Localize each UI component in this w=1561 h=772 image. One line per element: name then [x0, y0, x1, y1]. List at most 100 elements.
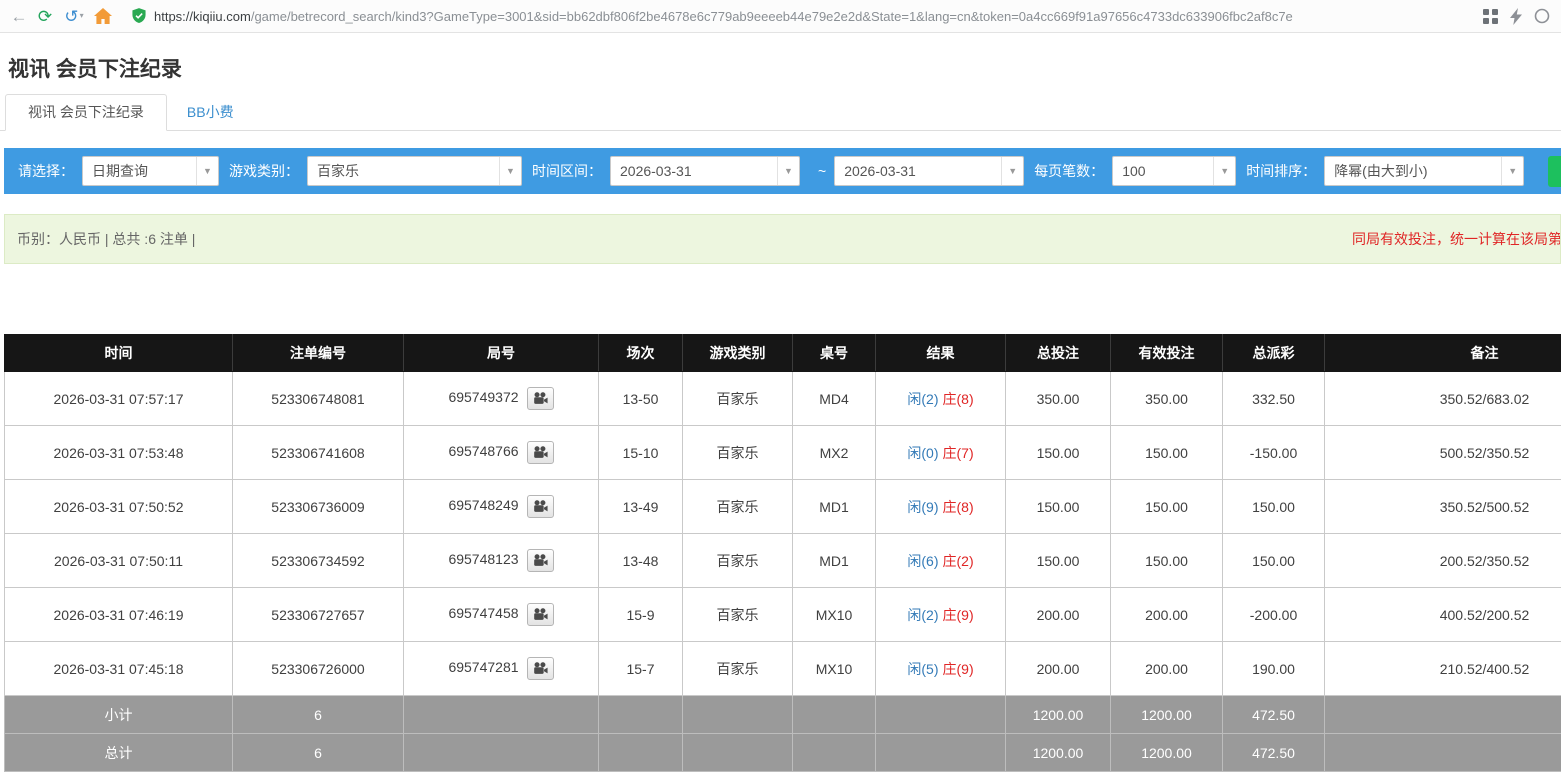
query-type-select[interactable]: 日期查询 ▼ — [82, 156, 219, 186]
tab-bb-tip[interactable]: BB小费 — [167, 95, 254, 130]
cell-payout: 332.50 — [1223, 372, 1325, 426]
clipped-toolbar-icon[interactable] — [1529, 3, 1555, 29]
summary-label: 小计 — [5, 696, 233, 734]
cell-total-bet[interactable]: 150.00 — [1006, 480, 1111, 534]
cell-payout: -150.00 — [1223, 426, 1325, 480]
page-size-select[interactable]: 100 ▼ — [1112, 156, 1236, 186]
column-header-bet-id: 注单编号 — [233, 335, 404, 372]
video-replay-button[interactable] — [527, 495, 554, 518]
records-tbody: 2026-03-31 07:57:17523306748081695749372… — [5, 372, 1561, 772]
player-result: 闲(2) — [907, 391, 938, 407]
player-result: 闲(0) — [907, 445, 938, 461]
cell-remark: 210.52/400.52 — [1325, 642, 1561, 696]
search-button[interactable]: 查询 — [1548, 156, 1561, 187]
column-header-time: 时间 — [5, 335, 233, 372]
summary-payout: 472.50 — [1223, 696, 1325, 734]
tab-bar: 视讯 会员下注纪录 BB小费 — [0, 94, 1561, 131]
cell-table-no: MX10 — [793, 588, 876, 642]
cell-time: 2026-03-31 07:50:11 — [5, 534, 233, 588]
round-id-text: 695749372 — [448, 389, 518, 405]
video-replay-button[interactable] — [527, 603, 554, 626]
video-replay-button[interactable] — [527, 441, 554, 464]
date-from-select[interactable]: 2026-03-31 ▼ — [610, 156, 800, 186]
back-icon[interactable]: ← — [6, 3, 32, 29]
cell-session: 15-9 — [599, 588, 683, 642]
summary-count: 6 — [233, 734, 404, 772]
cell-result: 闲(9)庄(8) — [876, 480, 1006, 534]
cell-result: 闲(0) 庄(7) — [876, 426, 1006, 480]
summary-valid-bet: 1200.00 — [1111, 734, 1223, 772]
address-bar[interactable]: https://kiqiiu.com/game/betrecord_search… — [126, 3, 1467, 29]
column-header-total-bet: 总投注 — [1006, 335, 1111, 372]
summary-bar: 币别：人民币 | 总共 :6 注单 | 同局有效投注，统一计算在该局第 — [4, 214, 1561, 264]
cell-result: 闲(6) 庄(2) — [876, 534, 1006, 588]
summary-count: 6 — [233, 696, 404, 734]
cell-total-bet[interactable]: 350.00 — [1006, 372, 1111, 426]
cell-game-type: 百家乐 — [683, 480, 793, 534]
chevron-down-icon: ▼ — [777, 157, 799, 185]
cell-total-bet[interactable]: 200.00 — [1006, 642, 1111, 696]
cell-session: 13-50 — [599, 372, 683, 426]
player-result: 闲(2) — [907, 607, 938, 623]
player-result: 闲(6) — [907, 553, 938, 569]
cell-remark: 500.52/350.52 — [1325, 426, 1561, 480]
cell-total-bet[interactable]: 150.00 — [1006, 426, 1111, 480]
query-type-label: 请选择： — [18, 161, 74, 181]
column-header-game-type: 游戏类别 — [683, 335, 793, 372]
chevron-down-icon: ▾ — [80, 12, 84, 20]
cell-table-no: MD1 — [793, 534, 876, 588]
tab-bet-records[interactable]: 视讯 会员下注纪录 — [5, 94, 167, 131]
chevron-down-icon: ▼ — [499, 157, 521, 185]
round-id-text: 695748249 — [448, 497, 518, 513]
cell-total-bet[interactable]: 200.00 — [1006, 588, 1111, 642]
valid-bet-notice-text: 同局有效投注，统一计算在该局第 — [1352, 229, 1561, 249]
date-to-select[interactable]: 2026-03-31 ▼ — [834, 156, 1024, 186]
banker-result: 庄(7) — [943, 445, 974, 461]
cell-remark: 350.52/500.52 — [1325, 480, 1561, 534]
cell-result: 闲(2)庄(8) — [876, 372, 1006, 426]
cell-round-id: 695748123 — [404, 534, 599, 588]
cell-valid-bet: 150.00 — [1111, 534, 1223, 588]
filter-bar: 请选择： 日期查询 ▼ 游戏类别： 百家乐 ▼ 时间区间： 2026-03-31… — [4, 148, 1561, 194]
cell-result: 闲(2) 庄(9) — [876, 588, 1006, 642]
cell-bet-id: 523306727657 — [233, 588, 404, 642]
chevron-down-icon: ▼ — [196, 157, 218, 185]
chevron-down-icon: ▼ — [1213, 157, 1235, 185]
lightning-icon[interactable] — [1503, 3, 1529, 29]
banker-result: 庄(9) — [943, 607, 974, 623]
cell-valid-bet: 200.00 — [1111, 642, 1223, 696]
reload-icon[interactable]: ⟳ — [32, 3, 58, 29]
banker-result: 庄(2) — [943, 553, 974, 569]
player-result: 闲(5) — [907, 661, 938, 677]
cell-remark: 200.52/350.52 — [1325, 534, 1561, 588]
game-type-select[interactable]: 百家乐 ▼ — [307, 156, 522, 186]
undo-icon[interactable]: ↺▾ — [58, 3, 90, 29]
apps-grid-icon[interactable] — [1477, 3, 1503, 29]
sort-select[interactable]: 降幂(由大到小) ▼ — [1324, 156, 1524, 186]
security-shield-icon — [132, 8, 146, 24]
cell-time: 2026-03-31 07:53:48 — [5, 426, 233, 480]
cell-session: 15-7 — [599, 642, 683, 696]
cell-game-type: 百家乐 — [683, 426, 793, 480]
table-row: 2026-03-31 07:50:52523306736009695748249… — [5, 480, 1561, 534]
video-replay-button[interactable] — [527, 657, 554, 680]
round-id-text: 695747281 — [448, 659, 518, 675]
summary-row: 总计61200.001200.00472.50 — [5, 734, 1561, 772]
home-icon[interactable] — [90, 3, 116, 29]
currency-summary-text: 币别：人民币 | 总共 :6 注单 | — [17, 229, 195, 249]
player-result: 闲(9) — [907, 499, 938, 515]
cell-remark: 400.52/200.52 — [1325, 588, 1561, 642]
page-title: 视讯 会员下注纪录 — [8, 56, 1561, 84]
video-replay-button[interactable] — [527, 549, 554, 572]
cell-session: 15-10 — [599, 426, 683, 480]
video-replay-button[interactable] — [527, 387, 554, 410]
cell-total-bet[interactable]: 150.00 — [1006, 534, 1111, 588]
banker-result: 庄(9) — [943, 661, 974, 677]
table-row: 2026-03-31 07:45:18523306726000695747281… — [5, 642, 1561, 696]
round-id-text: 695748766 — [448, 443, 518, 459]
round-id-text: 695748123 — [448, 551, 518, 567]
summary-valid-bet: 1200.00 — [1111, 696, 1223, 734]
cell-round-id: 695748766 — [404, 426, 599, 480]
summary-row: 小计61200.001200.00472.50 — [5, 696, 1561, 734]
column-header-result: 结果 — [876, 335, 1006, 372]
